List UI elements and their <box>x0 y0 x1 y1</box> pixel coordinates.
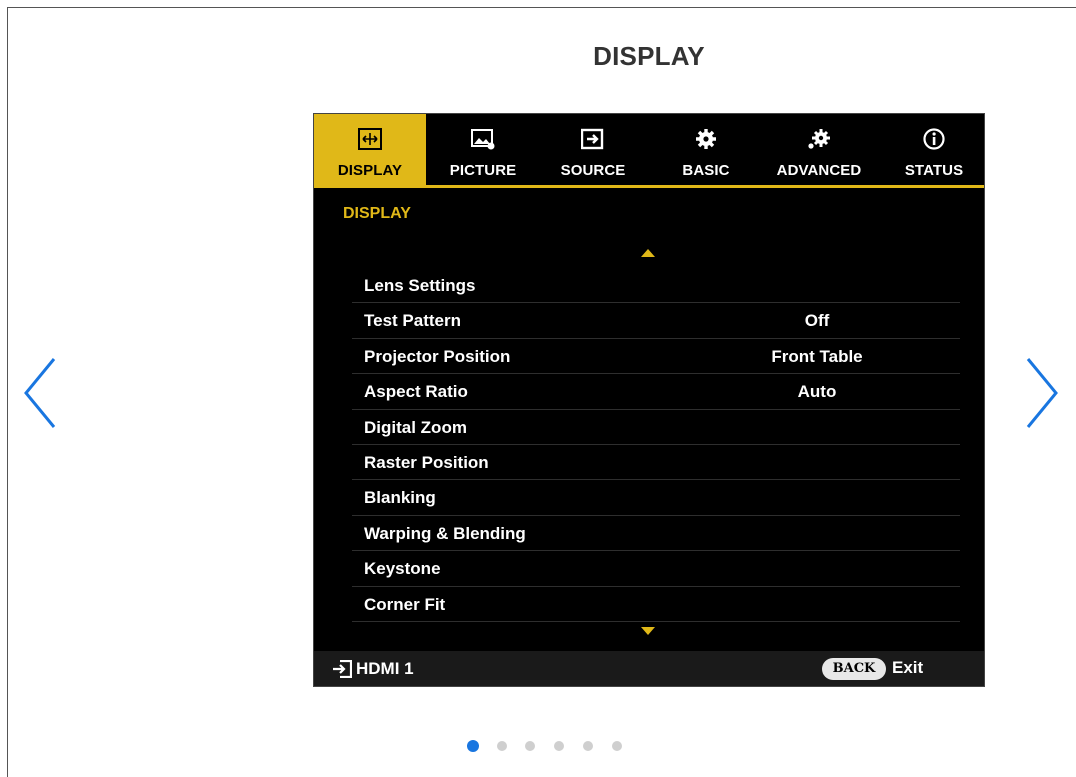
menu-item-keystone[interactable]: Keystone <box>352 551 960 587</box>
tab-status[interactable]: STATUS <box>882 114 984 185</box>
projector-osd-screen: DISPLAY PICTURE SOURCE BASIC ADVANCED ST… <box>313 113 985 687</box>
advanced-gears-icon <box>808 129 830 149</box>
osd-footer: HDMI 1 BACK Exit <box>314 651 984 686</box>
tab-display[interactable]: DISPLAY <box>314 114 426 185</box>
tab-label: STATUS <box>904 162 964 179</box>
input-source-icon <box>333 660 352 678</box>
menu-item-raster-position[interactable]: Raster Position <box>352 445 960 481</box>
source-label: HDMI 1 <box>356 659 414 678</box>
menu-item-blanking[interactable]: Blanking <box>352 480 960 516</box>
carousel-dot-1[interactable] <box>467 740 479 752</box>
exit-label: Exit <box>892 658 924 677</box>
menu-item-label: Projector Position <box>364 346 511 366</box>
menu-item-value: Front Table <box>771 346 863 366</box>
menu-item-label: Keystone <box>364 559 441 579</box>
tab-label: SOURCE <box>560 162 626 179</box>
tab-label: DISPLAY <box>337 162 403 179</box>
menu-item-label: Lens Settings <box>364 276 476 295</box>
menu-item-digital-zoom[interactable]: Digital Zoom <box>352 410 960 445</box>
carousel-dot-4[interactable] <box>554 741 564 751</box>
info-icon <box>923 128 945 150</box>
osd-tab-bar: DISPLAY PICTURE SOURCE BASIC ADVANCED ST… <box>314 114 984 188</box>
tab-source[interactable]: SOURCE <box>540 114 646 185</box>
back-button[interactable]: BACK <box>822 658 886 680</box>
chevron-left-icon <box>24 358 56 428</box>
carousel-dot-6[interactable] <box>612 741 622 751</box>
menu-item-corner-fit[interactable]: Corner Fit <box>352 587 960 622</box>
menu-item-label: Corner Fit <box>364 594 446 614</box>
picture-icon <box>471 129 495 150</box>
carousel-dot-2[interactable] <box>497 741 507 751</box>
gear-icon <box>696 129 716 149</box>
menu-item-test-pattern[interactable]: Test Pattern Off <box>352 303 960 339</box>
menu-item-aspect-ratio[interactable]: Aspect Ratio Auto <box>352 374 960 410</box>
tab-label: PICTURE <box>449 162 517 179</box>
source-input-icon <box>581 128 604 150</box>
menu-item-value: Auto <box>797 382 837 402</box>
menu-item-projector-position[interactable]: Projector Position Front Table <box>352 339 960 375</box>
menu-item-label: Test Pattern <box>364 311 461 331</box>
scroll-down-arrow-icon[interactable] <box>640 626 656 636</box>
tab-label: ADVANCED <box>776 162 862 179</box>
carousel-dot-5[interactable] <box>583 741 593 751</box>
menu-item-label: Aspect Ratio <box>364 382 468 402</box>
display-frame-icon <box>358 128 382 150</box>
tab-label: BASIC <box>682 162 730 179</box>
menu-item-label: Blanking <box>364 488 436 508</box>
previous-slide-button[interactable] <box>20 355 60 435</box>
chevron-right-icon <box>1026 358 1058 428</box>
menu-item-label: Warping & Blending <box>364 523 526 543</box>
menu-item-value: Off <box>804 311 830 331</box>
carousel-dot-3[interactable] <box>525 741 535 751</box>
menu-item-label: Raster Position <box>364 452 489 472</box>
menu-item-lens-settings[interactable]: Lens Settings <box>352 268 960 304</box>
display-menu-list: Lens Settings Test Pattern Off Projector… <box>352 268 960 622</box>
menu-item-label: Digital Zoom <box>364 417 467 437</box>
tab-basic[interactable]: BASIC <box>660 114 752 185</box>
tab-advanced[interactable]: ADVANCED <box>760 114 878 185</box>
page-title: DISPLAY <box>593 41 705 71</box>
tab-picture[interactable]: PICTURE <box>428 114 538 185</box>
menu-item-warping-blending[interactable]: Warping & Blending <box>352 516 960 552</box>
section-heading: DISPLAY <box>343 205 411 222</box>
next-slide-button[interactable] <box>1022 355 1062 435</box>
scroll-up-arrow-icon[interactable] <box>640 248 656 258</box>
